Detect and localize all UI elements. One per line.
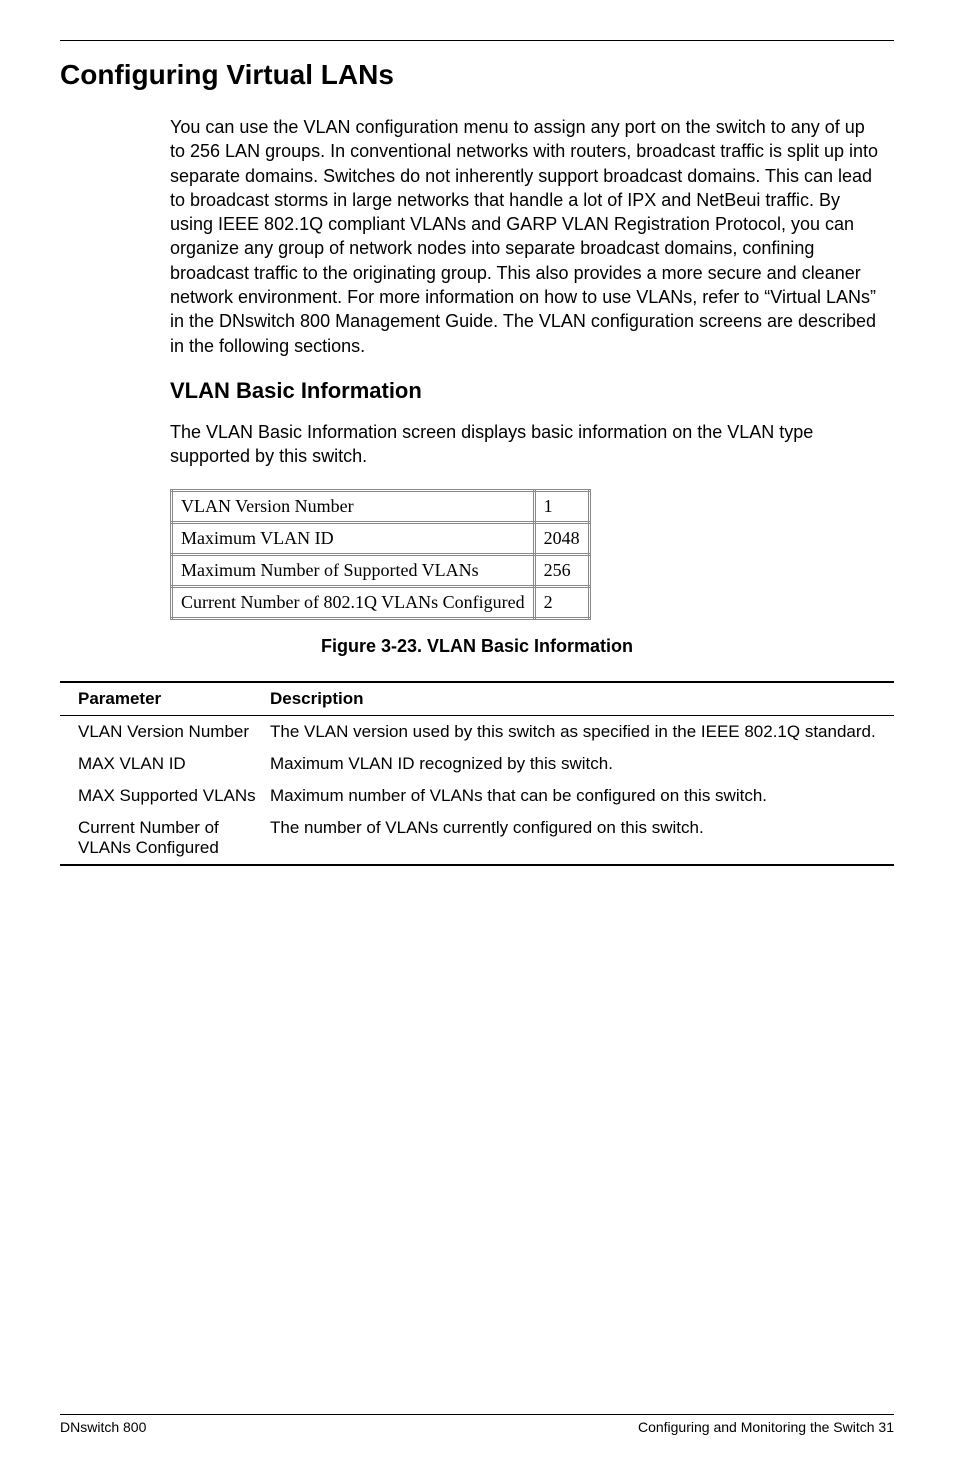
vlan-info-table: VLAN Version Number 1 Maximum VLAN ID 20…: [170, 489, 591, 620]
param-description: Maximum number of VLANs that can be conf…: [264, 780, 894, 812]
top-horizontal-rule: [60, 40, 894, 41]
figure-caption: Figure 3-23. VLAN Basic Information: [60, 636, 894, 657]
info-label: VLAN Version Number: [172, 490, 535, 522]
table-row: MAX Supported VLANs Maximum number of VL…: [60, 780, 894, 812]
info-value: 256: [534, 554, 589, 586]
parameter-table: Parameter Description VLAN Version Numbe…: [60, 681, 894, 866]
param-name: VLAN Version Number: [60, 715, 264, 748]
info-value: 2: [534, 586, 589, 618]
col-header-parameter: Parameter: [60, 682, 264, 716]
param-description: The VLAN version used by this switch as …: [264, 715, 894, 748]
page-title: Configuring Virtual LANs: [60, 59, 894, 91]
footer-left: DNswitch 800: [60, 1419, 146, 1435]
subsection-intro: The VLAN Basic Information screen displa…: [170, 420, 884, 469]
bottom-horizontal-rule: [60, 1414, 894, 1415]
table-row: MAX VLAN ID Maximum VLAN ID recognized b…: [60, 748, 894, 780]
subsection-title: VLAN Basic Information: [170, 378, 884, 404]
param-description: The number of VLANs currently configured…: [264, 812, 894, 865]
info-label: Maximum VLAN ID: [172, 522, 535, 554]
param-name: MAX VLAN ID: [60, 748, 264, 780]
param-description: Maximum VLAN ID recognized by this switc…: [264, 748, 894, 780]
table-header-row: Parameter Description: [60, 682, 894, 716]
table-row: Current Number of VLANs Configured The n…: [60, 812, 894, 865]
info-value: 2048: [534, 522, 589, 554]
table-row: Current Number of 802.1Q VLANs Configure…: [172, 586, 590, 618]
param-name: MAX Supported VLANs: [60, 780, 264, 812]
intro-paragraph: You can use the VLAN configuration menu …: [170, 115, 884, 358]
param-name: Current Number of VLANs Configured: [60, 812, 264, 865]
col-header-description: Description: [264, 682, 894, 716]
table-row: VLAN Version Number The VLAN version use…: [60, 715, 894, 748]
info-label: Current Number of 802.1Q VLANs Configure…: [172, 586, 535, 618]
info-label: Maximum Number of Supported VLANs: [172, 554, 535, 586]
table-row: VLAN Version Number 1: [172, 490, 590, 522]
table-row: Maximum Number of Supported VLANs 256: [172, 554, 590, 586]
table-row: Maximum VLAN ID 2048: [172, 522, 590, 554]
footer-right: Configuring and Monitoring the Switch 31: [638, 1419, 894, 1435]
page-footer: DNswitch 800 Configuring and Monitoring …: [60, 1414, 894, 1435]
info-value: 1: [534, 490, 589, 522]
